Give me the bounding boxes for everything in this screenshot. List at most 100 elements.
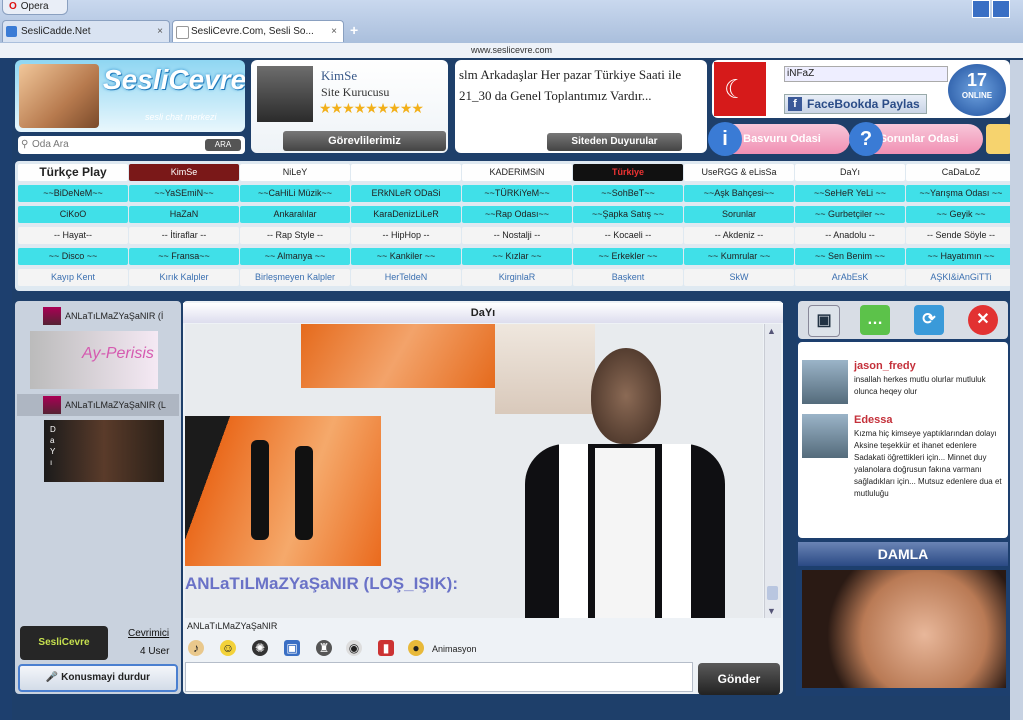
room-link[interactable]: CiKoO (18, 206, 128, 223)
maximize-icon[interactable] (992, 0, 1010, 18)
room-link[interactable]: Başkent (573, 269, 683, 286)
room-link[interactable]: ~~ Hayatımın ~~ (906, 248, 1016, 265)
room-link[interactable]: HerTeldeN (351, 269, 461, 286)
room-link[interactable]: ArAbEsK (795, 269, 905, 286)
chat-scrollbar[interactable]: ▲ ▼ (764, 324, 781, 618)
close-tab-icon[interactable]: × (331, 21, 337, 42)
stop-talking-button[interactable]: 🎤 Konusmayi durdur (18, 664, 178, 692)
room-link[interactable]: ~~Rap Odası~~ (462, 206, 572, 223)
room-link[interactable]: -- Anadolu -- (795, 227, 905, 244)
room-link[interactable]: -- Nostalji -- (462, 227, 572, 244)
room-link[interactable]: AŞKI&iAnGiTTi (906, 269, 1016, 286)
room-link[interactable]: ~~ Sen Benim ~~ (795, 248, 905, 265)
room-link[interactable]: Kayıp Kent (18, 269, 128, 286)
room-link[interactable]: ~~ Kumrular ~~ (684, 248, 794, 265)
room-link[interactable]: ~~ Disco ~~ (18, 248, 128, 265)
drink-icon[interactable]: ▮ (378, 640, 394, 656)
room-link[interactable]: CaDaLoZ (906, 164, 1016, 181)
room-link[interactable]: DaYı (795, 164, 905, 181)
room-link[interactable]: -- HipHop -- (351, 227, 461, 244)
opera-menu-button[interactable]: O Opera (2, 0, 68, 15)
room-link[interactable]: -- Hayat-- (18, 227, 128, 244)
room-link[interactable]: ~~CaHiLi Müzik~~ (240, 185, 350, 202)
room-link[interactable]: KimSe (129, 164, 239, 181)
room-link[interactable]: Sorunlar (684, 206, 794, 223)
room-link[interactable]: NiLeY (240, 164, 350, 181)
settings-icon[interactable] (986, 124, 1012, 154)
address-bar[interactable]: www.seslicevre.com (0, 43, 1023, 58)
close-icon[interactable]: ✕ (968, 305, 998, 335)
room-link[interactable]: UseRGG & eLisSa (684, 164, 794, 181)
room-link[interactable]: ~~ Gurbetçiler ~~ (795, 206, 905, 223)
room-link[interactable]: Türkiye (573, 164, 683, 181)
online-users-link[interactable]: Cevrimici (128, 628, 169, 639)
room-link[interactable]: ~~Aşk Bahçesi~~ (684, 185, 794, 202)
site-logo[interactable]: SesliCevre sesli chat merkezi (15, 60, 245, 132)
room-link[interactable]: ~~SohBeT~~ (573, 185, 683, 202)
scroll-down-icon[interactable]: ▼ (767, 606, 776, 616)
tab-seslicevre[interactable]: SesliCevre.Com, Sesli So... × (172, 20, 344, 42)
room-link[interactable]: SkW (684, 269, 794, 286)
facebook-share-button[interactable]: f FaceBookda Paylas (784, 94, 927, 114)
room-link[interactable]: ~~ Erkekler ~~ (573, 248, 683, 265)
staff-button[interactable]: Görevlilerimiz (283, 131, 446, 151)
right-toolbar: ▣ … ⟳ ✕ (798, 301, 1008, 339)
scrollbar-thumb[interactable] (767, 586, 778, 600)
room-link[interactable]: ~~BiDeNeM~~ (18, 185, 128, 202)
frame-icon[interactable]: ▣ (284, 640, 300, 656)
issues-room-button[interactable]: ? Sorunlar Odasi (849, 122, 983, 156)
message-input[interactable] (185, 662, 693, 692)
room-link[interactable]: ERkNLeR ODaSi (351, 185, 461, 202)
room-link[interactable]: Türkçe Play (18, 164, 128, 181)
facebook-icon: f (788, 97, 802, 111)
room-link[interactable]: -- Rap Style -- (240, 227, 350, 244)
smiley-icon[interactable]: ☺ (220, 640, 236, 656)
room-link[interactable]: Ankaralılar (240, 206, 350, 223)
new-tab-button[interactable]: + (350, 22, 358, 38)
refresh-icon[interactable]: ⟳ (914, 305, 944, 335)
room-link[interactable]: ~~SeHeR YeLi ~~ (795, 185, 905, 202)
apply-room-button[interactable]: i Basvuru Odasi (708, 122, 850, 156)
announcements-button[interactable]: Siteden Duyurular (547, 133, 682, 151)
user-webcam-tile[interactable]: Ay-Perisis (30, 331, 158, 389)
bomb-icon[interactable]: ✺ (252, 640, 268, 656)
room-link[interactable]: KADERiMSiN (462, 164, 572, 181)
room-link[interactable]: ~~ Geyik ~~ (906, 206, 1016, 223)
room-link[interactable]: -- İtiraflar -- (129, 227, 239, 244)
room-link[interactable]: Kırık Kalpler (129, 269, 239, 286)
room-link[interactable] (351, 164, 461, 181)
room-link[interactable]: ~~YaSEmiN~~ (129, 185, 239, 202)
room-link[interactable]: -- Sende Söyle -- (906, 227, 1016, 244)
eye-icon[interactable]: ◉ (346, 640, 362, 656)
room-link[interactable]: ~~ Fransa~~ (129, 248, 239, 265)
animation-toggle[interactable]: Animasyon (432, 644, 477, 654)
search-button[interactable]: ARA (205, 139, 241, 151)
profile-icon[interactable]: ▣ (808, 305, 840, 337)
room-link[interactable]: Birleşmeyen Kalpler (240, 269, 350, 286)
room-link[interactable]: ~~Yarışma Odası ~~ (906, 185, 1016, 202)
scroll-up-icon[interactable]: ▲ (767, 326, 776, 336)
room-link[interactable]: ~~ Almanya ~~ (240, 248, 350, 265)
bag-icon[interactable]: ● (408, 640, 424, 656)
room-link[interactable]: HaZaN (129, 206, 239, 223)
room-link[interactable]: ~~Şapka Satış ~~ (573, 206, 683, 223)
page-scrollbar[interactable] (1010, 60, 1023, 720)
user-list-item[interactable]: ANLaTıLMaZYaŞaNIR (L (17, 394, 179, 416)
room-link[interactable]: ~~TÜRKiYeM~~ (462, 185, 572, 202)
featured-user-photo[interactable] (802, 570, 1006, 688)
user-webcam-tile[interactable]: D a Y ı (44, 420, 164, 482)
room-link[interactable]: -- Kocaeli -- (573, 227, 683, 244)
room-link[interactable]: KirginlaR (462, 269, 572, 286)
user-list-item[interactable]: ANLaTıLMaZYaŞaNIR (İ (17, 305, 179, 327)
room-link[interactable]: KaraDenizLiLeR (351, 206, 461, 223)
tab-seslicadde[interactable]: SesliCadde.Net × (2, 20, 170, 42)
room-link[interactable]: ~~ Kızlar ~~ (462, 248, 572, 265)
chat-bubble-icon[interactable]: … (860, 305, 890, 335)
gift-icon[interactable]: ♜ (316, 640, 332, 656)
room-link[interactable]: -- Akdeniz -- (684, 227, 794, 244)
room-link[interactable]: ~~ Kankiler ~~ (351, 248, 461, 265)
speaker-icon[interactable]: ♪ (188, 640, 204, 656)
minimize-icon[interactable] (972, 0, 990, 18)
send-button[interactable]: Gönder (698, 663, 780, 695)
close-tab-icon[interactable]: × (157, 21, 163, 42)
